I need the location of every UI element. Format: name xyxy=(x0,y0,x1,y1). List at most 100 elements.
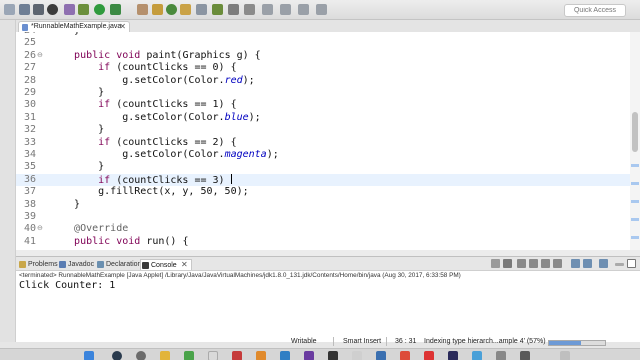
new-package-icon[interactable] xyxy=(152,4,163,15)
code-text: g.setColor(Color.red); xyxy=(62,74,255,86)
tab-javadoc[interactable]: Javadoc xyxy=(58,259,94,270)
app-icon[interactable] xyxy=(160,351,170,360)
code-line[interactable]: 39 xyxy=(16,211,630,223)
history-back-icon[interactable] xyxy=(298,4,309,15)
close-icon[interactable]: ✕ xyxy=(119,22,126,32)
overview-mark[interactable] xyxy=(631,200,639,203)
code-line[interactable]: 38 } xyxy=(16,199,630,211)
app-icon[interactable] xyxy=(232,351,242,360)
scrollbar-thumb[interactable] xyxy=(632,112,638,152)
display-console-icon[interactable] xyxy=(583,259,592,268)
remove-all-icon[interactable] xyxy=(503,259,512,268)
minimize-icon[interactable] xyxy=(615,263,624,266)
console-output[interactable]: Click Counter: 1 xyxy=(19,280,115,291)
editor-scrollbar[interactable] xyxy=(630,32,640,250)
fold-toggle-icon[interactable]: ⊖ xyxy=(37,50,43,62)
terminated-launch-label: <terminated> RunnableMathExample [Java A… xyxy=(19,272,461,279)
app-icon[interactable] xyxy=(112,351,122,360)
forward-icon[interactable] xyxy=(280,4,291,15)
code-line[interactable]: 36 if (countClicks == 3) xyxy=(16,173,630,187)
code-line[interactable]: 27 if (countClicks == 0) { xyxy=(16,62,630,74)
code-line[interactable]: 31 g.setColor(Color.blue); xyxy=(16,112,630,124)
toggle-annotation-icon[interactable] xyxy=(212,4,223,15)
back-icon[interactable] xyxy=(262,4,273,15)
line-number: 27 xyxy=(23,62,36,74)
app-icon[interactable] xyxy=(280,351,290,360)
app-icon[interactable] xyxy=(400,351,410,360)
app-icon[interactable] xyxy=(472,351,482,360)
code-line[interactable]: 32 } xyxy=(16,124,630,136)
progress-bar[interactable] xyxy=(548,340,606,346)
finder-icon[interactable] xyxy=(84,351,94,360)
code-line[interactable]: 35 } xyxy=(16,161,630,173)
code-text: if (countClicks == 1) { xyxy=(98,99,237,111)
app-icon[interactable] xyxy=(448,351,458,360)
save-icon[interactable] xyxy=(19,4,30,15)
open-console-icon[interactable] xyxy=(599,259,608,268)
tab-declaration[interactable]: Declaration xyxy=(96,259,141,270)
app-icon[interactable] xyxy=(304,351,314,360)
status-insert-mode[interactable]: Smart Insert xyxy=(343,337,381,346)
editor-tab[interactable]: *RunnableMathExample.java ✕ xyxy=(18,21,130,32)
scroll-lock-icon[interactable] xyxy=(529,259,538,268)
remove-launch-icon[interactable] xyxy=(491,259,500,268)
code-line[interactable]: 30 if (countClicks == 1) { xyxy=(16,99,630,111)
skip-breakpoints-icon[interactable] xyxy=(64,4,75,15)
eclipse-window: { "toolbar": { "quick_access_placeholder… xyxy=(0,0,640,360)
clear-console-icon[interactable] xyxy=(517,259,526,268)
code-line[interactable]: 26 ⊖ public void paint(Graphics g) { xyxy=(16,50,630,62)
pin-console-icon[interactable] xyxy=(571,259,580,268)
print-icon[interactable] xyxy=(33,4,44,15)
code-line[interactable]: 40 ⊖ @Override xyxy=(16,223,630,235)
show-on-output-icon[interactable] xyxy=(553,259,562,268)
new-class-icon[interactable] xyxy=(166,4,177,15)
app-icon[interactable] xyxy=(208,351,218,360)
status-cursor-position: 36 : 31 xyxy=(395,338,417,345)
code-line[interactable]: 41 public void run() { xyxy=(16,236,630,248)
new-java-project-icon[interactable] xyxy=(137,4,148,15)
app-icon[interactable] xyxy=(184,351,194,360)
code-line[interactable]: 37 g.fillRect(x, y, 50, 50); xyxy=(16,186,630,198)
app-icon[interactable] xyxy=(256,351,266,360)
open-type-icon[interactable] xyxy=(180,4,191,15)
run-icon[interactable] xyxy=(94,4,105,15)
overview-mark[interactable] xyxy=(631,164,639,167)
coverage-icon[interactable] xyxy=(110,4,121,15)
history-forward-icon[interactable] xyxy=(316,4,327,15)
line-number: 31 xyxy=(23,111,36,123)
app-icon[interactable] xyxy=(352,351,362,360)
word-wrap-icon[interactable] xyxy=(541,259,550,268)
app-icon[interactable] xyxy=(496,351,506,360)
app-icon[interactable] xyxy=(136,351,146,360)
code-text: g.fillRect(x, y, 50, 50); xyxy=(62,186,249,198)
console-view: Problems Javadoc Declaration Console ✕ <… xyxy=(16,256,640,342)
code-editor[interactable]: 24 }2526⊖ public void paint(Graphics g) … xyxy=(16,32,640,250)
app-icon[interactable] xyxy=(328,351,338,360)
app-icon[interactable] xyxy=(376,351,386,360)
search-icon[interactable] xyxy=(196,4,207,15)
overview-mark[interactable] xyxy=(631,218,639,221)
tab-console[interactable]: Console ✕ xyxy=(140,259,192,270)
code-line[interactable]: 33 if (countClicks == 2) { xyxy=(16,137,630,149)
prev-annotation-icon[interactable] xyxy=(244,4,255,15)
code-line[interactable]: 28 g.setColor(Color.red); xyxy=(16,75,630,87)
app-icon[interactable] xyxy=(520,351,530,360)
debug-icon[interactable] xyxy=(47,4,58,15)
code-line[interactable]: 34 g.setColor(Color.magenta); xyxy=(16,149,630,161)
overview-mark[interactable] xyxy=(631,182,639,185)
tab-problems[interactable]: Problems xyxy=(18,259,58,270)
fold-toggle-icon[interactable]: ⊖ xyxy=(37,223,43,235)
code-line[interactable]: 29 } xyxy=(16,87,630,99)
quick-access-input[interactable] xyxy=(564,4,626,17)
debug-run-icon[interactable] xyxy=(78,4,89,15)
trash-icon[interactable] xyxy=(560,351,570,360)
overview-mark[interactable] xyxy=(631,236,639,239)
main-toolbar xyxy=(0,0,640,20)
maximize-icon[interactable] xyxy=(627,259,636,268)
close-icon[interactable]: ✕ xyxy=(181,259,188,270)
next-annotation-icon[interactable] xyxy=(228,4,239,15)
code-line[interactable]: 25 xyxy=(16,37,630,49)
app-icon[interactable] xyxy=(424,351,434,360)
new-file-icon[interactable] xyxy=(4,4,15,15)
status-background-task[interactable]: Indexing type hierarch...ample 4’ (57%) xyxy=(424,337,546,346)
